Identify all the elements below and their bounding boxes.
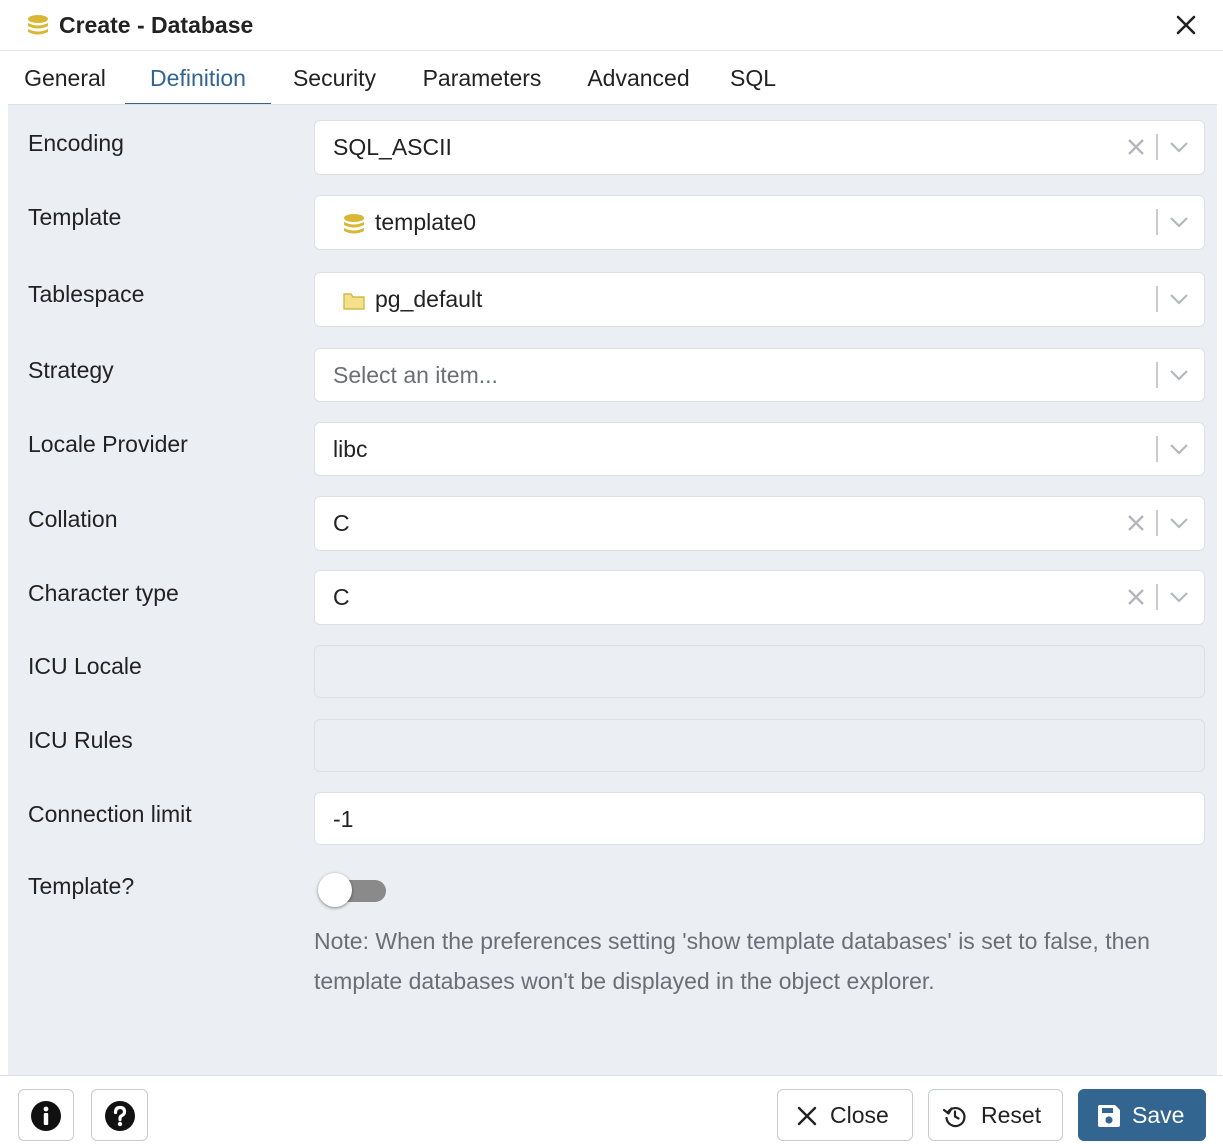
- encoding-select[interactable]: SQL_ASCII: [314, 120, 1205, 175]
- dialog-title-bar: Create - Database: [0, 0, 1223, 50]
- definition-panel: Encoding SQL_ASCII Template template0 Ta…: [8, 105, 1217, 1075]
- strategy-label: Strategy: [28, 357, 114, 383]
- close-button-label: Close: [830, 1102, 889, 1128]
- reset-icon: [942, 1106, 966, 1128]
- character-type-select[interactable]: C: [314, 570, 1205, 625]
- save-button-label: Save: [1132, 1102, 1185, 1128]
- toggle-knob: [318, 873, 352, 907]
- dialog-footer: Close Reset Save: [0, 1075, 1223, 1144]
- help-button[interactable]: [91, 1089, 148, 1141]
- help-icon: [105, 1101, 135, 1131]
- encoding-value: SQL_ASCII: [333, 134, 452, 160]
- strategy-select[interactable]: Select an item...: [314, 348, 1205, 402]
- select-separator: [1156, 362, 1158, 388]
- locale-provider-value: libc: [333, 436, 368, 462]
- create-database-dialog: Create - Database General Definition Sec…: [0, 0, 1223, 1144]
- tablespace-select[interactable]: pg_default: [314, 272, 1205, 327]
- chevron-down-icon[interactable]: [1168, 213, 1190, 231]
- tab-bar: General Definition Security Parameters A…: [0, 50, 1223, 106]
- folder-icon: [343, 293, 365, 310]
- reset-button[interactable]: Reset: [928, 1089, 1063, 1141]
- save-button[interactable]: Save: [1078, 1089, 1206, 1141]
- tab-sql[interactable]: SQL: [718, 51, 788, 105]
- info-icon: [31, 1101, 61, 1131]
- character-type-value: C: [333, 584, 350, 610]
- connection-limit-label: Connection limit: [28, 801, 192, 827]
- icu-rules-label: ICU Rules: [28, 727, 133, 753]
- locale-provider-label: Locale Provider: [28, 431, 188, 457]
- clear-icon[interactable]: [1125, 136, 1147, 158]
- tablespace-value: pg_default: [375, 286, 483, 312]
- tab-general[interactable]: General: [12, 51, 118, 105]
- encoding-label: Encoding: [28, 130, 124, 156]
- select-separator: [1156, 436, 1158, 462]
- icu-locale-input[interactable]: [314, 645, 1205, 698]
- template-note: Note: When the preferences setting 'show…: [314, 928, 1150, 994]
- tablespace-label: Tablespace: [28, 281, 145, 307]
- is-template-label: Template?: [28, 873, 135, 899]
- dialog-title: Create - Database: [59, 12, 254, 38]
- info-button[interactable]: [18, 1089, 74, 1141]
- chevron-down-icon[interactable]: [1168, 138, 1190, 156]
- chevron-down-icon[interactable]: [1168, 588, 1190, 606]
- connection-limit-value: -1: [333, 806, 354, 832]
- close-icon: [797, 1106, 817, 1126]
- reset-button-label: Reset: [981, 1102, 1042, 1128]
- chevron-down-icon[interactable]: [1168, 290, 1190, 308]
- tab-advanced[interactable]: Advanced: [572, 51, 705, 105]
- select-separator: [1156, 286, 1158, 312]
- connection-limit-input[interactable]: -1: [314, 792, 1205, 845]
- locale-provider-select[interactable]: libc: [314, 422, 1205, 476]
- tab-parameters[interactable]: Parameters: [404, 51, 560, 105]
- icu-rules-input[interactable]: [314, 719, 1205, 772]
- close-button[interactable]: Close: [777, 1089, 913, 1141]
- icu-locale-label: ICU Locale: [28, 653, 142, 679]
- clear-icon[interactable]: [1125, 586, 1147, 608]
- database-icon: [344, 214, 364, 234]
- database-icon: [28, 15, 48, 35]
- chevron-down-icon[interactable]: [1168, 366, 1190, 384]
- save-icon: [1098, 1105, 1120, 1127]
- template-select[interactable]: template0: [314, 195, 1205, 250]
- chevron-down-icon[interactable]: [1168, 440, 1190, 458]
- template-label: Template: [28, 204, 122, 230]
- clear-icon[interactable]: [1125, 512, 1147, 534]
- character-type-label: Character type: [28, 580, 179, 606]
- close-dialog-icon[interactable]: [1172, 11, 1200, 39]
- strategy-placeholder: Select an item...: [333, 362, 498, 388]
- tab-security[interactable]: Security: [278, 51, 391, 105]
- select-separator: [1156, 134, 1158, 160]
- select-separator: [1156, 584, 1158, 610]
- collation-select[interactable]: C: [314, 496, 1205, 551]
- collation-value: C: [333, 510, 350, 536]
- template-value: template0: [375, 209, 477, 235]
- select-separator: [1156, 510, 1158, 536]
- chevron-down-icon[interactable]: [1168, 514, 1190, 532]
- tab-definition[interactable]: Definition: [125, 51, 271, 106]
- collation-label: Collation: [28, 506, 118, 532]
- is-template-toggle[interactable]: [318, 870, 390, 907]
- select-separator: [1156, 209, 1158, 235]
